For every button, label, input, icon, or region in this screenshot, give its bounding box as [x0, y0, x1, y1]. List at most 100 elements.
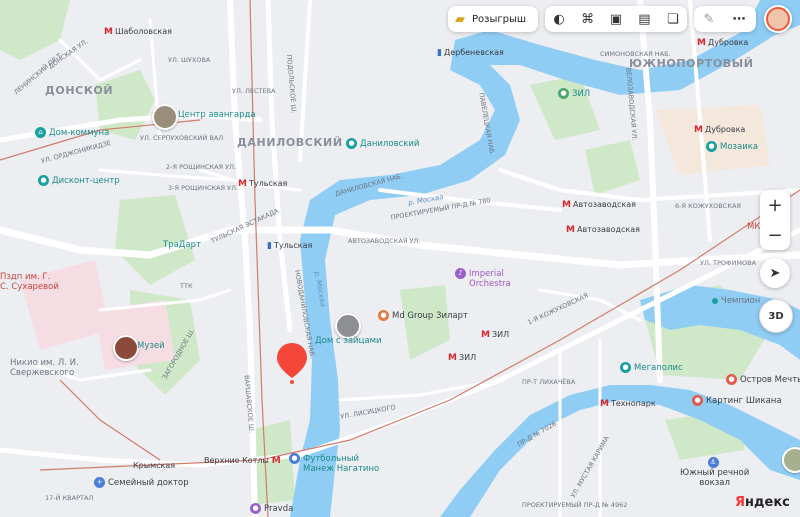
poi-megapolis[interactable]: ● Мегаполис [620, 362, 683, 373]
district-donskoy: ДОНСКОЙ [45, 84, 114, 97]
poi-center-avangarda[interactable]: Центр авангарда [178, 110, 256, 120]
poi-mozaika[interactable]: ● Мозаика [706, 141, 758, 152]
poi-danilovsky-market[interactable]: ● Даниловский [346, 138, 419, 149]
poi-nikio[interactable]: Никио им. Л. И. Свержевского [10, 358, 79, 378]
poi-dom-s-zaitsami[interactable]: Дом с зайцами [315, 336, 382, 346]
mcd-derbenevskaya[interactable]: ▮ Дербеневская [437, 48, 504, 58]
poi-semeiny-doktor[interactable]: + Семейный доктор [94, 477, 189, 488]
zoom-controls: + − [760, 190, 790, 250]
street-serpukhovsky: УЛ. СЕРПУХОВСКИЙ ВАЛ [140, 134, 224, 142]
metro-map-icon[interactable]: ⌘ [573, 6, 601, 32]
attraction-icon: ● [726, 374, 737, 385]
poi-pravda[interactable]: ● Pravda [250, 503, 293, 514]
mcd-icon: ▮ [437, 48, 442, 58]
poi-pzdp[interactable]: Пздп им. Г. С. Сухаревой [0, 272, 59, 292]
mcd-icon: ▮ [267, 241, 272, 251]
3d-button[interactable]: 3D [759, 299, 793, 333]
promo-button[interactable]: ▰ Розыгрыш [448, 6, 538, 32]
music-icon: ♪ [455, 268, 466, 279]
poi-ostrov-mechty[interactable]: ● Остров Мечты [726, 374, 800, 385]
metro-icon: M [562, 200, 571, 210]
metro-icon: M [448, 353, 457, 363]
poi-md-group[interactable]: ● Md Group Зиларт [378, 310, 468, 321]
street-shukhova: УЛ. ШУХОВА [168, 56, 211, 64]
metro-tulskaya[interactable]: M Тульская [238, 179, 287, 189]
street-lestyeva: УЛ. ЛЕСТЕВА [232, 87, 276, 95]
clinic-icon: + [94, 477, 105, 488]
ticket-icon: ▰ [455, 11, 465, 27]
layers-icon[interactable]: ◐ [545, 6, 573, 32]
metro-icon: M [697, 38, 706, 48]
metro-icon: M [271, 456, 281, 466]
metro-icon: M [600, 399, 609, 409]
metro-krymskaya[interactable]: Крымская [133, 461, 175, 470]
street-rosh2: 2-Я РОЩИНСКАЯ УЛ. [166, 163, 237, 171]
zoom-in-button[interactable]: + [760, 190, 790, 220]
mcd-avtozavodskaya[interactable]: M Автозаводская [566, 225, 640, 235]
street-trofimova: УЛ. ТРОФИМОВА [700, 259, 757, 267]
mall-icon: ● [706, 141, 717, 152]
zoom-out-button[interactable]: − [760, 220, 790, 250]
logo-text: ндекс [745, 495, 790, 510]
avatar-icon[interactable] [764, 5, 792, 33]
sport-icon [712, 297, 718, 304]
map-layers-icon[interactable]: ❏ [659, 6, 687, 32]
layers-toolbar: ◐ ⌘ ▣ ▤ ❏ [545, 6, 687, 32]
metro-zil[interactable]: M ЗИЛ [481, 330, 509, 340]
poi-tradart[interactable]: ТраДарт [163, 240, 201, 250]
tools-toolbar: ✎ ⋯ [694, 6, 756, 32]
street-avtozavodskaya: АВТОЗАВОДСКАЯ УЛ. [348, 237, 421, 245]
yandex-logo: Яндекс [735, 495, 790, 510]
office-icon: ● [378, 310, 389, 321]
map-canvas[interactable] [0, 0, 800, 517]
street-6-kozhukhovskaya: 6-Я КОЖУХОВСКАЯ [675, 202, 741, 210]
park-icon: ● [558, 88, 569, 99]
center-avangarda-photo[interactable] [152, 104, 178, 130]
poi-dom-kommuna[interactable]: ⌂ Дом-коммуна [35, 127, 109, 138]
poi-zil-park[interactable]: ● ЗИЛ [558, 88, 590, 99]
district-danilovsky: ДАНИЛОВСКИЙ [237, 136, 343, 149]
museum-photo[interactable] [113, 335, 139, 361]
metro-avtozavodskaya[interactable]: M Автозаводская [562, 200, 636, 210]
camera-icon[interactable]: ▣ [602, 6, 630, 32]
metro-tekhnopark[interactable]: M Технопарк [600, 399, 656, 409]
street-ttk: ТТК [180, 282, 193, 290]
transit-icon[interactable]: ▤ [630, 6, 658, 32]
sport-icon: ● [289, 453, 300, 464]
landmark-icon: ⌂ [35, 127, 46, 138]
metro-verkhnie-kotly[interactable]: Верхние Котлы M [204, 456, 283, 466]
metro-dubrovka[interactable]: M Дубровка [697, 38, 748, 48]
street-simonovskaya: СИМОНОВСКАЯ НАБ. [600, 50, 671, 58]
metro-icon: M [104, 27, 113, 37]
poi-imperial-orchestra[interactable]: ♪ Imperial Orchestra [455, 268, 511, 289]
metro-icon: M [694, 125, 703, 135]
street-kvartal: 17-Й КВАРТАЛ [45, 494, 94, 502]
metro-shabolovskaya[interactable]: M Шаболовская [104, 27, 172, 37]
metro-icon: M [238, 179, 247, 189]
metro-icon: M [481, 330, 490, 340]
poi-yuzhny-vokzal[interactable]: ⚓ Южный речной вокзал [680, 457, 749, 488]
shop-icon: ● [38, 175, 49, 186]
market-icon: ● [346, 138, 357, 149]
karting-icon: ● [692, 395, 703, 406]
district-yuzhnoportovy: ЮЖНОПОРТОВЫЙ [629, 57, 754, 70]
metro-zil-2[interactable]: M ЗИЛ [448, 353, 476, 363]
poi-chempion[interactable]: Чемпион [712, 296, 760, 306]
metro-icon: M [566, 225, 575, 235]
mall-icon: ● [620, 362, 631, 373]
ruler-icon[interactable]: ✎ [694, 6, 724, 32]
more-icon[interactable]: ⋯ [724, 6, 754, 32]
mcd-tulskaya[interactable]: ▮ Тульская [267, 241, 312, 251]
street-likhacheva: ПР-Т ЛИХАЧЁВА [522, 378, 576, 386]
poi-muzei[interactable]: Музей [137, 341, 165, 351]
street-proezd-4962: ПРОЕКТИРУЕМЫЙ ПР-Д № 4962 [522, 501, 628, 509]
poi-diskont-centr[interactable]: ● Дисконт-центр [38, 175, 120, 186]
poi-karting[interactable]: ● Картинг Шикана [692, 395, 782, 406]
navigation-arrow-icon: ➤ [769, 265, 781, 281]
venue-icon: ● [250, 503, 261, 514]
locate-button[interactable]: ➤ [760, 258, 790, 288]
metro-dubrovka-2[interactable]: M Дубровка [694, 125, 745, 135]
street-rosh3: 3-Я РОЩИНСКАЯ УЛ. [168, 184, 239, 192]
poi-football-manezh[interactable]: ● Футбольный Манеж Нагатино [289, 453, 379, 474]
port-icon: ⚓ [707, 457, 719, 468]
